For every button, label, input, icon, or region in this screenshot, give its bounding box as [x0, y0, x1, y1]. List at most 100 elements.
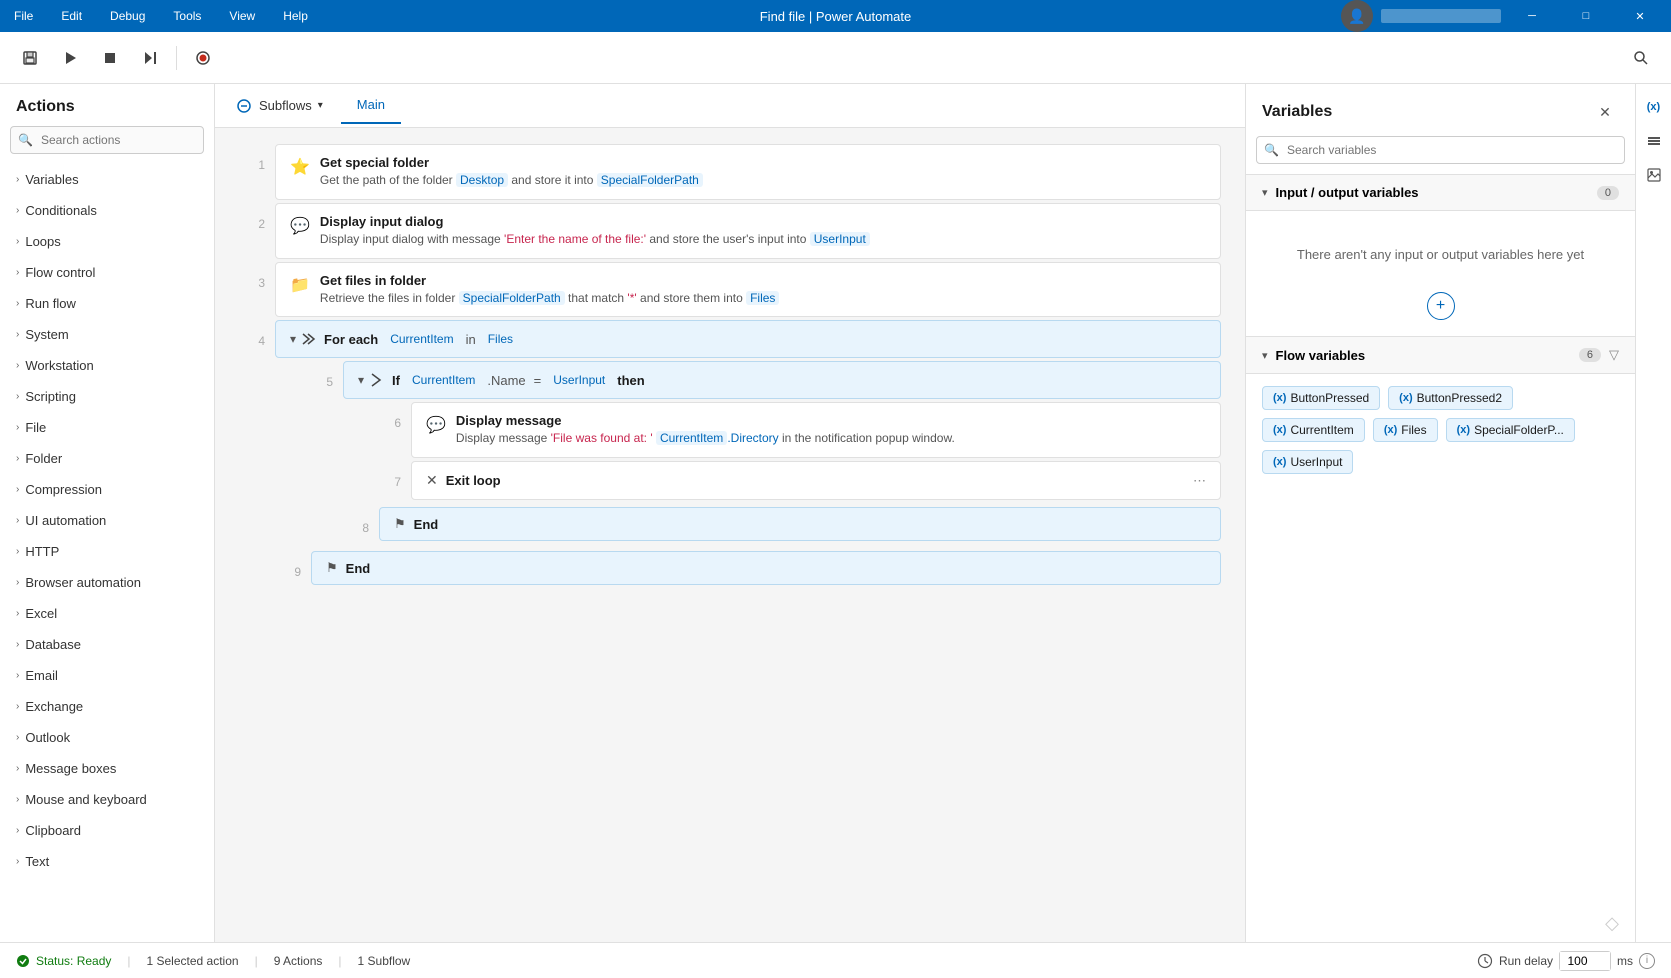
variables-panel-title: Variables [1262, 103, 1332, 121]
var-chip-buttonpressed[interactable]: (x) ButtonPressed [1262, 386, 1380, 410]
var-icon: (x) [1457, 424, 1470, 436]
flow-card-get-files[interactable]: 📁 Get files in folder Retrieve the files… [275, 262, 1221, 318]
add-io-variable-button[interactable]: + [1427, 292, 1455, 320]
action-item-compression[interactable]: ›Compression [0, 474, 214, 505]
flow-section-header[interactable]: ▾ Flow variables 6 ▽ [1246, 336, 1635, 374]
run-delay-input[interactable] [1560, 952, 1610, 970]
var-chip-specialfolderp[interactable]: (x) SpecialFolderP... [1446, 418, 1575, 442]
flag-icon-2: ⚑ [326, 560, 338, 576]
chevron-icon: › [16, 360, 19, 371]
action-item-file[interactable]: ›File [0, 412, 214, 443]
stop-button[interactable] [92, 40, 128, 76]
search-actions-input[interactable] [10, 126, 204, 154]
foreach-header[interactable]: ▾ For each CurrentItem in Files [275, 320, 1221, 358]
close-button[interactable]: ✕ [1617, 0, 1663, 32]
record-button[interactable] [185, 40, 221, 76]
step-number-9: 9 [275, 551, 311, 579]
action-item-conditionals[interactable]: ›Conditionals [0, 195, 214, 226]
action-item-browser-automation[interactable]: ›Browser automation [0, 567, 214, 598]
action-item-ui-automation[interactable]: ›UI automation [0, 505, 214, 536]
if-header[interactable]: ▾ If CurrentItem .Name = UserInput t [343, 361, 1221, 399]
menu-edit[interactable]: Edit [55, 9, 88, 23]
status-ready: Status: Ready [16, 954, 111, 968]
subflows-button[interactable]: Subflows ▾ [227, 92, 333, 119]
filter-icon[interactable]: ▽ [1609, 347, 1619, 363]
search-variables-input[interactable] [1256, 136, 1625, 164]
sidebar-layers-button[interactable] [1639, 126, 1669, 156]
action-item-workstation[interactable]: ›Workstation [0, 350, 214, 381]
action-item-outlook[interactable]: ›Outlook [0, 722, 214, 753]
tab-main[interactable]: Main [341, 87, 401, 124]
action-item-run-flow[interactable]: ›Run flow [0, 288, 214, 319]
chevron-icon: › [16, 267, 19, 278]
var-chip-desktop: Desktop [456, 173, 508, 187]
actions-panel: Actions 🔍 ›Variables ›Conditionals ›Loop… [0, 84, 215, 942]
sidebar-x-button[interactable]: (x) [1639, 92, 1669, 122]
selected-action-label: 1 Selected action [147, 954, 239, 968]
action-item-flow-control[interactable]: ›Flow control [0, 257, 214, 288]
action-item-email[interactable]: ›Email [0, 660, 214, 691]
run-button[interactable] [52, 40, 88, 76]
step-number-7: 7 [375, 461, 411, 489]
more-options-button[interactable]: ⋯ [1193, 473, 1206, 489]
info-icon: i [1639, 953, 1655, 969]
menu-debug[interactable]: Debug [104, 9, 151, 23]
flow-card-display-message[interactable]: 💬 Display message Display message 'File … [411, 402, 1221, 458]
window-title: Find file | Power Automate [760, 9, 912, 24]
var-chip-specialfolderpath-1: SpecialFolderPath [597, 173, 703, 187]
run-delay-spinner[interactable] [1559, 951, 1611, 971]
var-chip-buttonpressed2[interactable]: (x) ButtonPressed2 [1388, 386, 1513, 410]
action-item-loops[interactable]: ›Loops [0, 226, 214, 257]
flow-card-get-special-folder[interactable]: ⭐ Get special folder Get the path of the… [275, 144, 1221, 200]
action-item-exchange[interactable]: ›Exchange [0, 691, 214, 722]
var-chip-userinput-panel[interactable]: (x) UserInput [1262, 450, 1353, 474]
var-icon: (x) [1273, 392, 1286, 404]
io-section-header[interactable]: ▾ Input / output variables 0 [1246, 174, 1635, 211]
minimize-button[interactable]: ─ [1509, 0, 1555, 32]
step-button[interactable] [132, 40, 168, 76]
if-op: = [534, 373, 542, 388]
star-icon: ⭐ [290, 157, 310, 177]
action-item-system[interactable]: ›System [0, 319, 214, 350]
menu-help[interactable]: Help [277, 9, 314, 23]
menu-file[interactable]: File [8, 9, 39, 23]
flow-section-title: Flow variables [1276, 348, 1571, 363]
action-item-excel[interactable]: ›Excel [0, 598, 214, 629]
chevron-down-icon: ▾ [1262, 186, 1268, 199]
maximize-button[interactable]: □ [1563, 0, 1609, 32]
chevron-icon: › [16, 732, 19, 743]
exit-loop-card[interactable]: ✕ Exit loop ⋯ [411, 461, 1221, 500]
foreach-var2: Files [484, 332, 517, 346]
action-item-text[interactable]: ›Text [0, 846, 214, 877]
sidebar-image-button[interactable] [1639, 160, 1669, 190]
action-item-message-boxes[interactable]: ›Message boxes [0, 753, 214, 784]
collapse-foreach-button[interactable]: ▾ [290, 331, 316, 347]
chevron-icon: › [16, 205, 19, 216]
collapse-if-button[interactable]: ▾ [358, 372, 384, 388]
var-chip-files-panel[interactable]: (x) Files [1373, 418, 1438, 442]
var-search-box: 🔍 [1256, 136, 1625, 164]
action-item-mouse-keyboard[interactable]: ›Mouse and keyboard [0, 784, 214, 815]
action-item-variables[interactable]: ›Variables [0, 164, 214, 195]
action-item-http[interactable]: ›HTTP [0, 536, 214, 567]
action-item-clipboard[interactable]: ›Clipboard [0, 815, 214, 846]
save-button[interactable] [12, 40, 48, 76]
card-content-3: Get files in folder Retrieve the files i… [320, 273, 1206, 307]
variables-panel-close-button[interactable]: ✕ [1591, 98, 1619, 126]
if-var2: UserInput [549, 373, 609, 387]
flow-card-display-input-dialog[interactable]: 💬 Display input dialog Display input dia… [275, 203, 1221, 259]
chevron-down-icon: ▾ [318, 100, 323, 111]
search-icon: 🔍 [18, 133, 33, 147]
search-toolbar-button[interactable] [1623, 40, 1659, 76]
chevron-down-icon: ▾ [290, 332, 296, 346]
action-item-scripting[interactable]: ›Scripting [0, 381, 214, 412]
if-body: 6 💬 Display message Display message 'Fil… [375, 402, 1221, 504]
action-item-database[interactable]: ›Database [0, 629, 214, 660]
menu-tools[interactable]: Tools [167, 9, 207, 23]
menu-view[interactable]: View [223, 9, 261, 23]
app-body: Actions 🔍 ›Variables ›Conditionals ›Loop… [0, 32, 1671, 978]
card-title-6: Display message [456, 413, 1206, 428]
chevron-icon: › [16, 608, 19, 619]
var-chip-currentitem-panel[interactable]: (x) CurrentItem [1262, 418, 1365, 442]
action-item-folder[interactable]: ›Folder [0, 443, 214, 474]
